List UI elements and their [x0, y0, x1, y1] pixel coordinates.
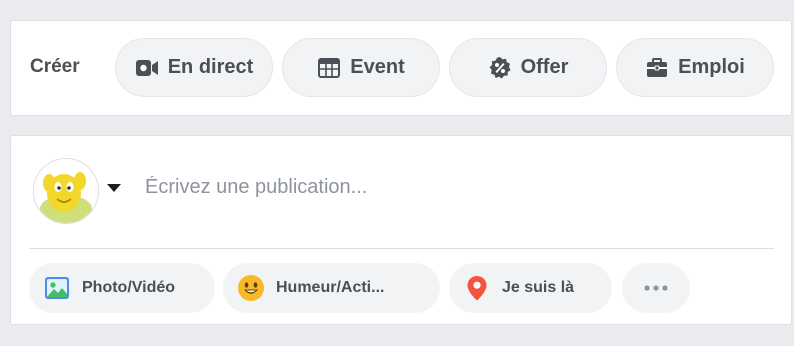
- check-in-label: Je suis là: [502, 279, 575, 296]
- feeling-activity-label: Humeur/Acti...: [276, 279, 385, 296]
- live-video-button[interactable]: En direct: [115, 38, 273, 97]
- calendar-icon: [317, 56, 341, 80]
- avatar[interactable]: [33, 158, 99, 224]
- create-bar: Créer En direct Event Offer Emploi: [10, 20, 792, 116]
- check-in-button[interactable]: Je suis là: [449, 263, 612, 313]
- video-camera-icon: [135, 56, 159, 80]
- job-label: Emploi: [678, 56, 745, 78]
- post-composer: Photo/Vidéo Humeur/Acti... Je suis là: [10, 135, 792, 325]
- audience-caret-icon[interactable]: [107, 184, 121, 192]
- more-dots-icon: [642, 284, 670, 292]
- percent-badge-icon: [488, 56, 512, 80]
- briefcase-icon: [645, 56, 669, 80]
- photo-video-label: Photo/Vidéo: [82, 279, 176, 296]
- feeling-activity-button[interactable]: Humeur/Acti...: [223, 263, 440, 313]
- divider: [29, 248, 774, 249]
- event-label: Event: [350, 56, 405, 78]
- create-label: Créer: [30, 56, 80, 77]
- location-pin-icon: [463, 274, 491, 302]
- offer-label: Offer: [520, 56, 569, 78]
- more-options-button[interactable]: [622, 263, 690, 313]
- event-button[interactable]: Event: [282, 38, 440, 97]
- offer-button[interactable]: Offer: [449, 38, 607, 97]
- photo-video-button[interactable]: Photo/Vidéo: [29, 263, 215, 313]
- post-input[interactable]: [145, 170, 745, 204]
- job-button[interactable]: Emploi: [616, 38, 774, 97]
- live-video-label: En direct: [167, 56, 254, 78]
- smiley-icon: [237, 274, 265, 302]
- photo-icon: [43, 274, 71, 302]
